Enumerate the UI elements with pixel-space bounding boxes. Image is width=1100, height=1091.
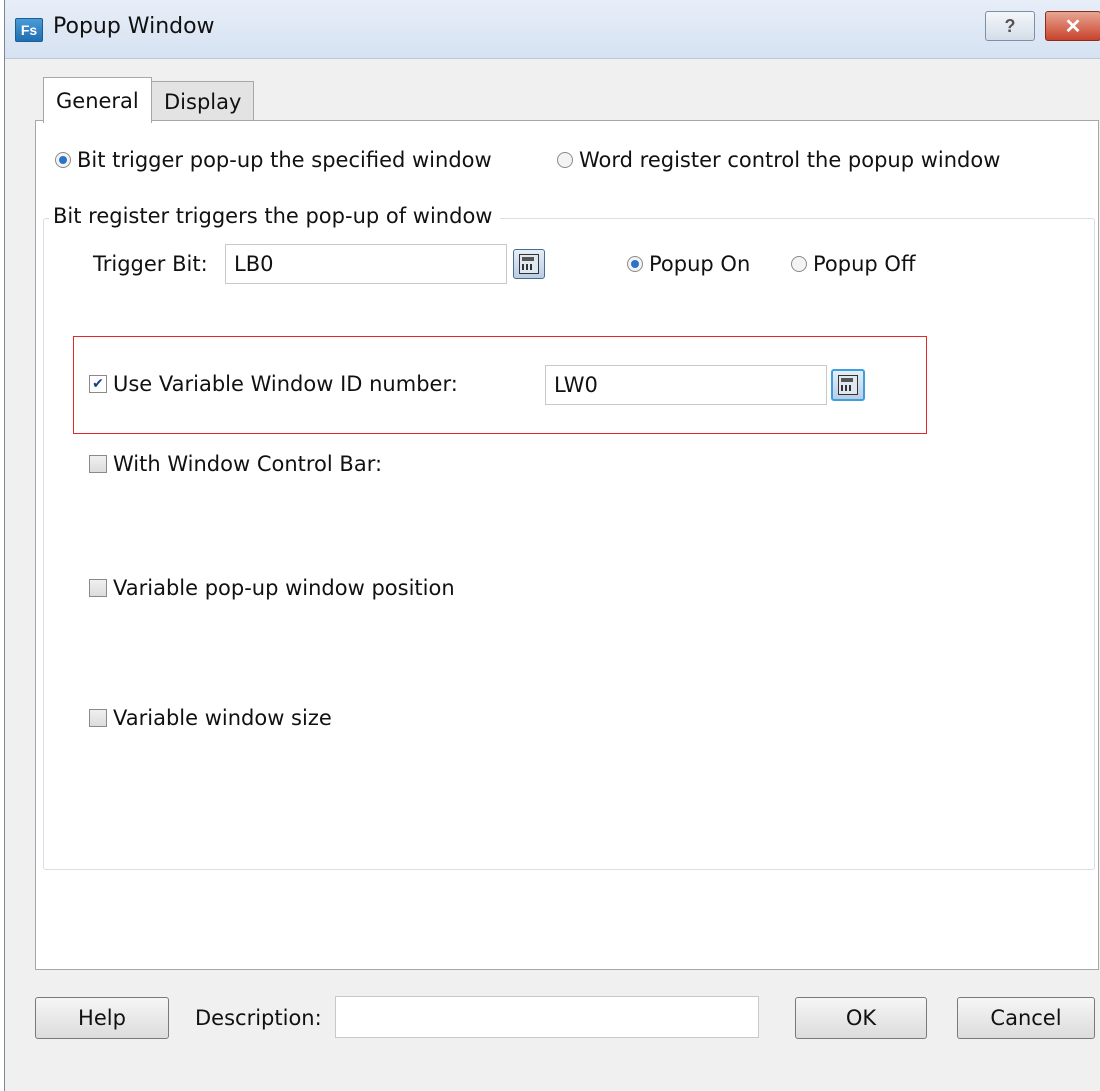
window-control-bar-checkbox[interactable]	[89, 455, 107, 473]
help-button[interactable]: Help	[35, 997, 169, 1039]
tab-general[interactable]: General	[43, 77, 152, 123]
radio-bit-trigger[interactable]	[55, 152, 71, 168]
popup-on-label: Popup On	[649, 252, 751, 276]
calculator-icon	[838, 375, 858, 395]
mode-word-register-option[interactable]: Word register control the popup window	[557, 148, 1000, 172]
use-variable-window-id-option[interactable]: ✔ Use Variable Window ID number:	[89, 372, 458, 396]
close-button[interactable]: ✕	[1045, 11, 1100, 41]
trigger-bit-label: Trigger Bit:	[93, 252, 208, 276]
variable-position-option[interactable]: Variable pop-up window position	[89, 576, 455, 600]
mode-bit-trigger-label: Bit trigger pop-up the specified window	[77, 148, 492, 172]
bit-register-group-title: Bit register triggers the pop-up of wind…	[49, 204, 501, 228]
use-variable-window-id-label: Use Variable Window ID number:	[113, 372, 458, 396]
help-title-button[interactable]: ?	[985, 11, 1035, 41]
trigger-bit-input[interactable]: LB0	[225, 244, 507, 284]
window-control-bar-option[interactable]: With Window Control Bar:	[89, 452, 382, 476]
tab-display[interactable]: Display	[151, 81, 255, 122]
variable-size-option[interactable]: Variable window size	[89, 706, 332, 730]
use-variable-window-id-checkbox[interactable]: ✔	[89, 375, 107, 393]
mode-bit-trigger-option[interactable]: Bit trigger pop-up the specified window	[55, 148, 492, 172]
radio-popup-on[interactable]	[627, 256, 643, 272]
description-label-text: Description:	[195, 1006, 322, 1030]
popup-off-label: Popup Off	[813, 252, 916, 276]
description-label: Description:	[195, 1006, 322, 1030]
app-icon: Fs	[15, 18, 43, 42]
popup-window-dialog: Fs Popup Window ? ✕ General Display Bit …	[4, 0, 1100, 1091]
cancel-button[interactable]: Cancel	[957, 997, 1095, 1039]
variable-size-label: Variable window size	[113, 706, 332, 730]
ok-button[interactable]: OK	[795, 997, 927, 1039]
title-bar: Fs Popup Window ? ✕	[5, 0, 1100, 59]
popup-off-option[interactable]: Popup Off	[791, 252, 915, 276]
bit-register-groupbox	[43, 218, 1095, 870]
variable-position-label: Variable pop-up window position	[113, 576, 455, 600]
radio-word-register[interactable]	[557, 152, 573, 168]
variable-size-checkbox[interactable]	[89, 709, 107, 727]
trigger-bit-calculator-button[interactable]	[513, 249, 545, 279]
popup-on-option[interactable]: Popup On	[627, 252, 750, 276]
radio-popup-off[interactable]	[791, 256, 807, 272]
trigger-bit-label-text: Trigger Bit:	[93, 252, 208, 276]
variable-window-id-input[interactable]: LW0	[545, 365, 827, 405]
description-input[interactable]	[335, 996, 759, 1038]
window-control-bar-label: With Window Control Bar:	[113, 452, 383, 476]
mode-word-register-label: Word register control the popup window	[579, 148, 1001, 172]
window-title: Popup Window	[53, 14, 215, 39]
variable-position-checkbox[interactable]	[89, 579, 107, 597]
calculator-icon	[519, 254, 539, 274]
variable-window-id-calculator-button[interactable]	[831, 369, 865, 401]
